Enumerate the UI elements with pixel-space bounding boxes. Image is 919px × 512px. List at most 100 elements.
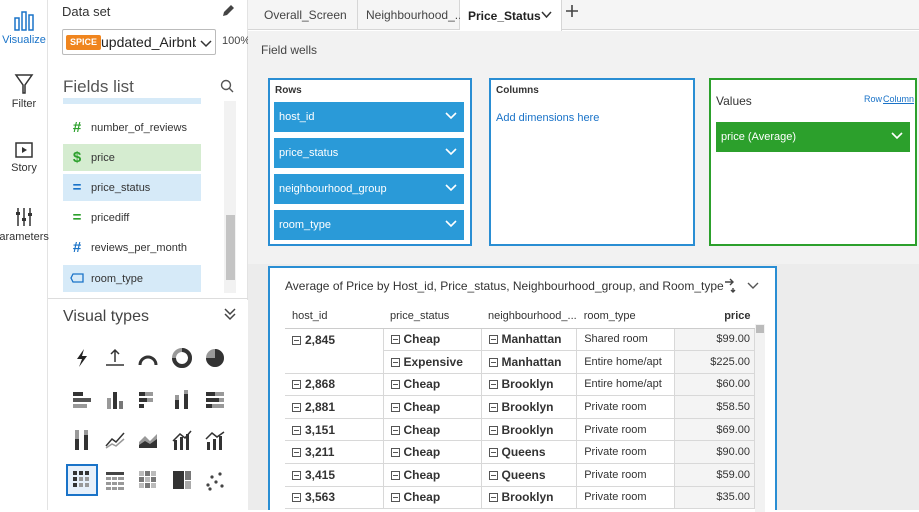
collapse-icon[interactable] — [292, 425, 301, 435]
neighbourhood-cell[interactable]: Brooklyn — [481, 486, 578, 510]
chevron-down-icon[interactable] — [200, 36, 212, 54]
field-item-price[interactable]: $ price — [63, 144, 201, 171]
table-scrollbar-thumb[interactable] — [756, 325, 764, 333]
chevron-down-icon[interactable] — [541, 11, 552, 19]
neighbourhood-cell[interactable]: Manhattan — [481, 328, 578, 352]
clustered-combo-icon[interactable] — [199, 424, 231, 456]
tab-price-status[interactable]: Price_Status — [460, 0, 562, 31]
field-item-pricediff[interactable]: = pricediff — [63, 204, 201, 231]
search-icon[interactable] — [220, 79, 234, 98]
column-header-room-type[interactable]: room_type — [576, 304, 675, 329]
price-status-cell[interactable]: Cheap — [383, 373, 482, 397]
values-well[interactable]: Values Row Column price (Average) — [709, 78, 917, 246]
collapse-icon[interactable] — [488, 380, 498, 390]
column-header-neighbourhood[interactable]: neighbourhood_... — [481, 304, 577, 329]
collapse-icon[interactable] — [390, 403, 400, 413]
collapse-icon[interactable] — [390, 380, 400, 390]
pivot-table-visual[interactable]: Average of Price by Host_id, Price_statu… — [268, 266, 777, 512]
collapse-icon[interactable] — [488, 357, 498, 367]
collapse-icon[interactable] — [292, 470, 301, 480]
field-item-price-status[interactable]: = price_status — [63, 174, 201, 201]
gauge-icon[interactable] — [132, 342, 164, 374]
edit-dataset-icon[interactable] — [220, 3, 236, 24]
collapse-icon[interactable] — [292, 448, 301, 458]
stacked-bar-icon[interactable] — [132, 383, 164, 415]
host-id-cell[interactable]: 3,151 — [285, 418, 384, 442]
pivot-table-icon[interactable] — [66, 464, 98, 496]
vertical-bar-icon[interactable] — [99, 383, 131, 415]
field-item-number-of-reviews[interactable]: # number_of_reviews — [63, 114, 201, 141]
rail-story[interactable]: Story — [0, 140, 48, 174]
heat-map-icon[interactable] — [132, 464, 164, 496]
pie-icon[interactable] — [199, 342, 231, 374]
field-item-reviews-per-month[interactable]: # reviews_per_month — [63, 234, 201, 261]
neighbourhood-cell[interactable]: Brooklyn — [481, 373, 578, 397]
neighbourhood-cell[interactable]: Queens — [481, 463, 578, 487]
price-status-cell[interactable]: Cheap — [383, 440, 482, 465]
collapse-icon[interactable] — [390, 335, 400, 345]
chevron-down-icon[interactable] — [747, 278, 759, 296]
horizontal-bar-icon[interactable] — [66, 383, 98, 415]
chevron-down-icon[interactable] — [890, 130, 904, 142]
collapse-icon[interactable] — [292, 380, 301, 390]
table-icon[interactable] — [99, 464, 131, 496]
collapse-icon[interactable] — [292, 493, 301, 503]
rail-parameters[interactable]: Parameters — [0, 205, 49, 243]
host-id-cell[interactable]: 3,563 — [285, 486, 384, 510]
line-chart-icon[interactable] — [99, 424, 131, 456]
neighbourhood-cell[interactable]: Queens — [481, 440, 578, 465]
price-status-cell[interactable]: Cheap — [383, 418, 482, 442]
collapse-icon[interactable] — [292, 403, 301, 413]
scatter-plot-icon[interactable] — [199, 464, 231, 496]
fields-scrollbar-thumb[interactable] — [226, 215, 235, 280]
collapse-icon[interactable] — [488, 470, 498, 480]
collapse-icon[interactable] — [488, 425, 498, 435]
collapse-icon[interactable] — [488, 403, 498, 413]
collapse-icon[interactable] — [390, 357, 400, 367]
rows-pill-room-type[interactable]: room_type — [274, 210, 464, 240]
add-dimensions-placeholder[interactable]: Add dimensions here — [496, 112, 599, 124]
neighbourhood-cell[interactable]: Manhattan — [481, 350, 578, 374]
neighbourhood-cell[interactable]: Brooklyn — [481, 418, 578, 442]
donut-icon[interactable] — [166, 342, 198, 374]
stacked-column-icon[interactable] — [166, 383, 198, 415]
field-item-partial[interactable] — [63, 98, 201, 104]
price-status-cell[interactable]: Cheap — [383, 328, 482, 352]
collapse-icon[interactable] — [488, 448, 498, 458]
column-header-price-status[interactable]: price_status — [383, 304, 481, 329]
column-header-host-id[interactable]: host_id — [285, 304, 383, 329]
chevron-down-icon[interactable] — [444, 146, 458, 158]
price-status-cell[interactable]: Cheap — [383, 463, 482, 487]
values-row-link[interactable]: Row — [864, 94, 882, 104]
autograph-icon[interactable] — [66, 342, 98, 374]
area-chart-icon[interactable] — [132, 424, 164, 456]
collapse-icon[interactable] — [488, 335, 498, 345]
host-id-cell[interactable]: 3,211 — [285, 440, 384, 465]
collapse-icon[interactable] — [390, 470, 400, 480]
collapse-icon[interactable] — [390, 493, 400, 503]
collapse-icon[interactable] — [292, 335, 301, 345]
percent-column-icon[interactable] — [66, 424, 98, 456]
collapse-icon[interactable] — [390, 448, 400, 458]
collapse-icon[interactable] — [488, 493, 498, 503]
rail-filter[interactable]: Filter — [0, 72, 48, 110]
tab-neighbourhood[interactable]: Neighbourhood_... — [358, 0, 465, 30]
neighbourhood-cell[interactable]: Brooklyn — [481, 395, 578, 419]
rows-pill-host-id[interactable]: host_id — [274, 102, 464, 132]
values-pill-price-average[interactable]: price (Average) — [716, 122, 910, 152]
rows-pill-neighbourhood-group[interactable]: neighbourhood_group — [274, 174, 464, 204]
chevron-down-icon[interactable] — [444, 110, 458, 122]
kpi-icon[interactable] — [99, 342, 131, 374]
collapse-icon[interactable] — [224, 307, 236, 324]
columns-well[interactable]: Columns Add dimensions here — [489, 78, 695, 246]
swap-axes-icon[interactable] — [722, 277, 738, 298]
values-column-link[interactable]: Column — [883, 94, 914, 104]
host-id-cell[interactable]: 3,415 — [285, 463, 384, 487]
table-scrollbar[interactable] — [755, 324, 765, 512]
field-item-room-type[interactable]: room_type — [63, 265, 201, 292]
combo-chart-icon[interactable] — [166, 424, 198, 456]
chevron-down-icon[interactable] — [444, 182, 458, 194]
column-header-price[interactable]: price — [674, 304, 755, 329]
price-status-cell[interactable]: Cheap — [383, 395, 482, 419]
price-status-cell[interactable]: Cheap — [383, 486, 482, 510]
